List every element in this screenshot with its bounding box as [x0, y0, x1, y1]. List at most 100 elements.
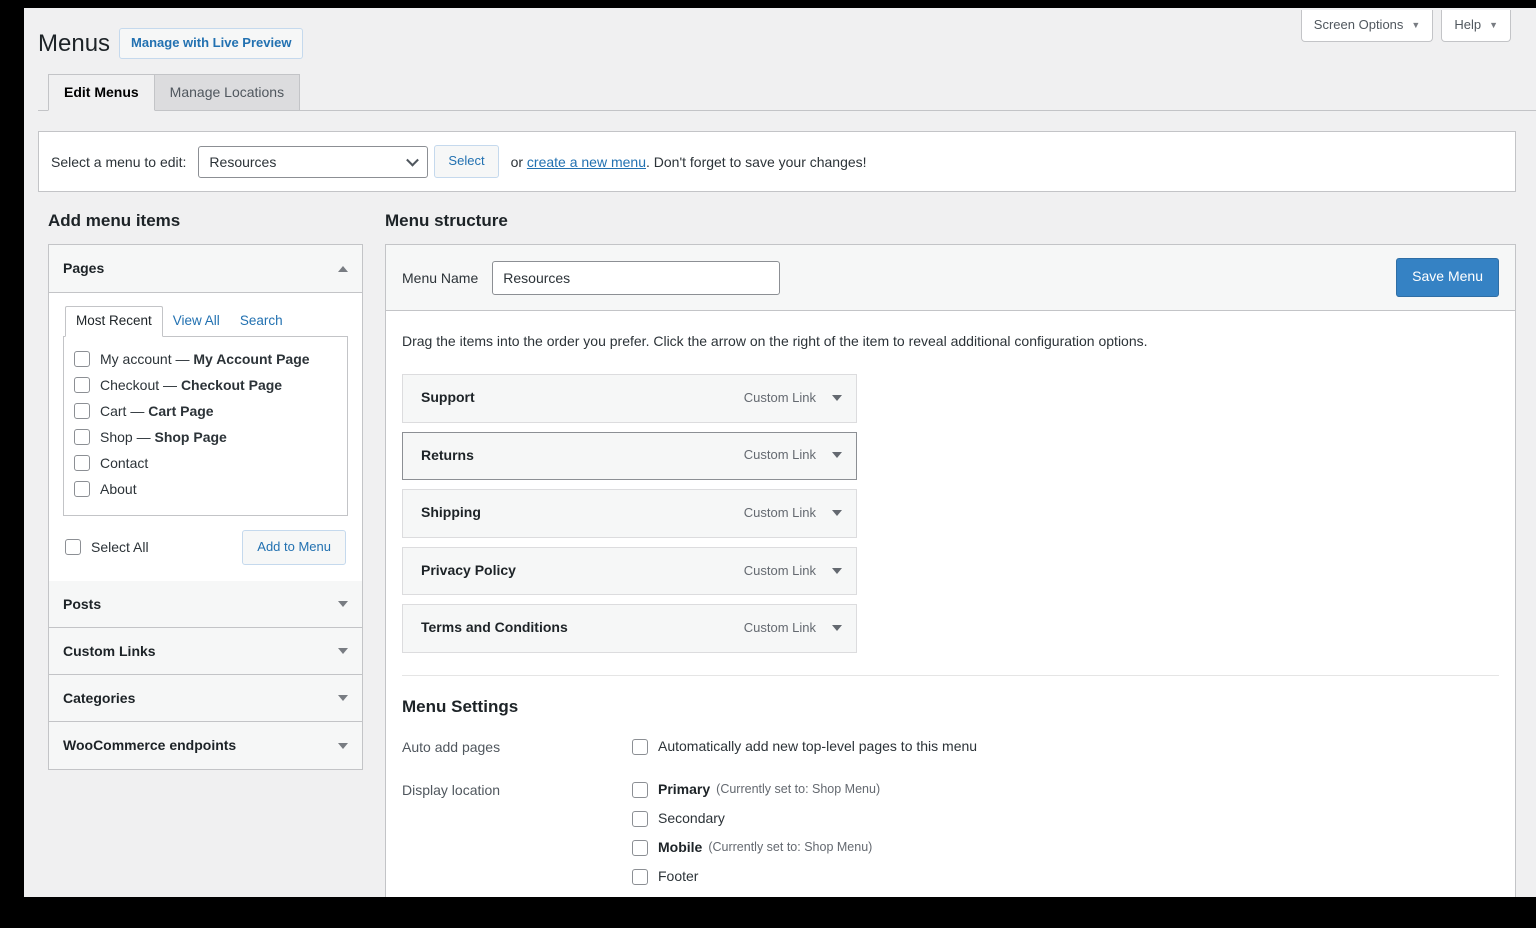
- page-suffix: Cart Page: [148, 402, 214, 419]
- select-menu-label: Select a menu to edit:: [51, 153, 187, 170]
- admin-page-viewport: Screen Options ▼ Help ▼ Menus Manage wit…: [24, 8, 1536, 897]
- accordion-header-pages[interactable]: Pages: [49, 245, 362, 293]
- create-a-new-menu-link[interactable]: create a new menu: [527, 154, 646, 170]
- menu-name-input[interactable]: [492, 260, 781, 295]
- tab-manage-locations[interactable]: Manage Locations: [153, 74, 301, 111]
- menu-item-row[interactable]: Returns Custom Link: [402, 431, 857, 481]
- menu-item-title: Returns: [421, 446, 474, 463]
- manage-with-live-preview-button[interactable]: Manage with Live Preview: [119, 28, 304, 60]
- location-footer[interactable]: Footer: [632, 866, 1499, 887]
- accordion-body-pages: Most Recent View All Search My account —…: [49, 292, 362, 581]
- accordion-header-custom-links[interactable]: Custom Links: [49, 628, 362, 676]
- chevron-down-icon: [338, 695, 348, 702]
- menu-item-row[interactable]: Terms and Conditions Custom Link: [402, 604, 857, 654]
- list-item[interactable]: Contact: [74, 451, 337, 477]
- screen-meta-toolbar: Screen Options ▼ Help ▼: [1300, 10, 1511, 43]
- select-button[interactable]: Select: [434, 145, 499, 179]
- pages-tab-view-all[interactable]: View All: [163, 307, 230, 336]
- list-item[interactable]: Shop — Shop Page: [74, 425, 337, 451]
- accordion-header-categories[interactable]: Categories: [49, 675, 362, 723]
- chevron-down-icon: ▼: [1489, 19, 1498, 30]
- location-note: (Currently set to: Shop Menu): [708, 840, 873, 855]
- menu-item-row[interactable]: Support Custom Link: [402, 374, 857, 423]
- screen-options-label: Screen Options: [1313, 17, 1404, 32]
- menu-item-row[interactable]: Shipping Custom Link: [402, 489, 857, 538]
- checkbox[interactable]: [74, 351, 90, 368]
- menu-item-type: Custom Link: [743, 504, 816, 520]
- display-location-control: Primary (Currently set to: Shop Menu) Se…: [632, 779, 1499, 897]
- chevron-down-icon[interactable]: [832, 452, 842, 459]
- accordion-header-woocommerce-endpoints[interactable]: WooCommerce endpoints: [49, 722, 362, 769]
- location-mobile[interactable]: Mobile (Currently set to: Shop Menu): [632, 837, 1499, 858]
- menu-select-bar: Select a menu to edit: Resources Select …: [38, 131, 1516, 193]
- pages-tab-search[interactable]: Search: [230, 307, 293, 336]
- chevron-down-icon: [338, 742, 348, 749]
- chevron-down-icon[interactable]: [832, 394, 842, 401]
- checkbox[interactable]: [632, 810, 648, 827]
- menu-settings-heading: Menu Settings: [402, 697, 519, 717]
- help-button[interactable]: Help ▼: [1441, 10, 1511, 43]
- nav-tab-bar: Edit Menus Manage Locations: [38, 74, 1536, 112]
- location-label: Third: [658, 895, 690, 897]
- chevron-down-icon[interactable]: [832, 510, 842, 517]
- menu-select-dropdown[interactable]: Resources: [198, 145, 429, 178]
- checkbox[interactable]: [74, 481, 90, 498]
- location-label: Footer: [658, 868, 699, 885]
- checkbox[interactable]: [74, 455, 90, 472]
- chevron-up-icon: [338, 265, 348, 272]
- create-menu-hint: or create a new menu. Don't forget to sa…: [511, 154, 867, 170]
- checkbox[interactable]: [74, 429, 90, 446]
- page-suffix: Checkout Page: [180, 376, 283, 393]
- list-item[interactable]: Cart — Cart Page: [74, 399, 337, 425]
- select-all-checkbox[interactable]: [65, 539, 81, 556]
- add-items-accordion: Pages Most Recent View All Search My acc…: [48, 244, 363, 770]
- checkbox[interactable]: [74, 377, 90, 394]
- save-menu-button[interactable]: Save Menu: [1396, 258, 1499, 298]
- checkbox[interactable]: [632, 781, 648, 798]
- select-all-control[interactable]: Select All: [65, 539, 149, 556]
- location-label: Secondary: [658, 810, 725, 827]
- chevron-down-icon[interactable]: [832, 567, 842, 574]
- accordion-label-categories: Categories: [63, 690, 136, 707]
- or-text: or: [510, 153, 524, 170]
- chevron-down-icon: [338, 600, 348, 607]
- pages-tab-bar: Most Recent View All Search: [63, 306, 348, 337]
- auto-add-pages-row: Auto add pages Automatically add new top…: [402, 736, 1499, 765]
- menu-structure-heading: Menu structure: [385, 211, 508, 231]
- chevron-down-icon[interactable]: [832, 625, 842, 632]
- auto-add-pages-checkbox-label: Automatically add new top-level pages to…: [658, 738, 978, 755]
- accordion-label-posts: Posts: [63, 595, 102, 612]
- list-item[interactable]: Checkout — Checkout Page: [74, 373, 337, 399]
- accordion-header-posts[interactable]: Posts: [49, 580, 362, 629]
- location-secondary[interactable]: Secondary: [632, 808, 1499, 829]
- auto-add-pages-checkbox-line[interactable]: Automatically add new top-level pages to…: [632, 736, 1499, 757]
- location-third[interactable]: Third: [632, 895, 1499, 897]
- menu-item-title: Support: [421, 389, 475, 406]
- select-all-label: Select All: [91, 539, 149, 556]
- checkbox[interactable]: [632, 868, 648, 885]
- screen-options-button[interactable]: Screen Options ▼: [1300, 10, 1434, 43]
- auto-add-pages-label: Auto add pages: [402, 739, 501, 756]
- checkbox[interactable]: [632, 839, 648, 856]
- display-location-label: Display location: [402, 782, 501, 799]
- menu-name-label: Menu Name: [402, 269, 479, 286]
- location-label: Mobile: [658, 839, 703, 856]
- menu-structure-body: Drag the items into the order you prefer…: [386, 311, 1515, 654]
- auto-add-pages-checkbox[interactable]: [632, 738, 648, 755]
- menu-structure-panel: Menu Name Save Menu Drag the items into …: [385, 244, 1516, 897]
- menu-item-row[interactable]: Privacy Policy Custom Link: [402, 546, 857, 596]
- list-item[interactable]: About: [74, 477, 337, 503]
- menus-body: Add menu items Pages Most Recent View Al…: [38, 210, 1516, 897]
- page-dash: —: [136, 428, 151, 445]
- checkbox[interactable]: [74, 403, 90, 420]
- list-item[interactable]: My account — My Account Page: [74, 347, 337, 373]
- menu-items-list: Support Custom Link Returns Custom Link …: [402, 374, 857, 654]
- menu-item-type: Custom Link: [743, 389, 816, 405]
- pages-tab-most-recent[interactable]: Most Recent: [65, 306, 163, 337]
- menu-item-title: Privacy Policy: [421, 561, 516, 578]
- add-to-menu-button[interactable]: Add to Menu: [242, 529, 346, 565]
- tab-edit-menus[interactable]: Edit Menus: [48, 74, 155, 112]
- location-primary[interactable]: Primary (Currently set to: Shop Menu): [632, 779, 1499, 800]
- menu-select-value: Resources: [209, 153, 277, 170]
- page-name: Cart: [100, 402, 127, 419]
